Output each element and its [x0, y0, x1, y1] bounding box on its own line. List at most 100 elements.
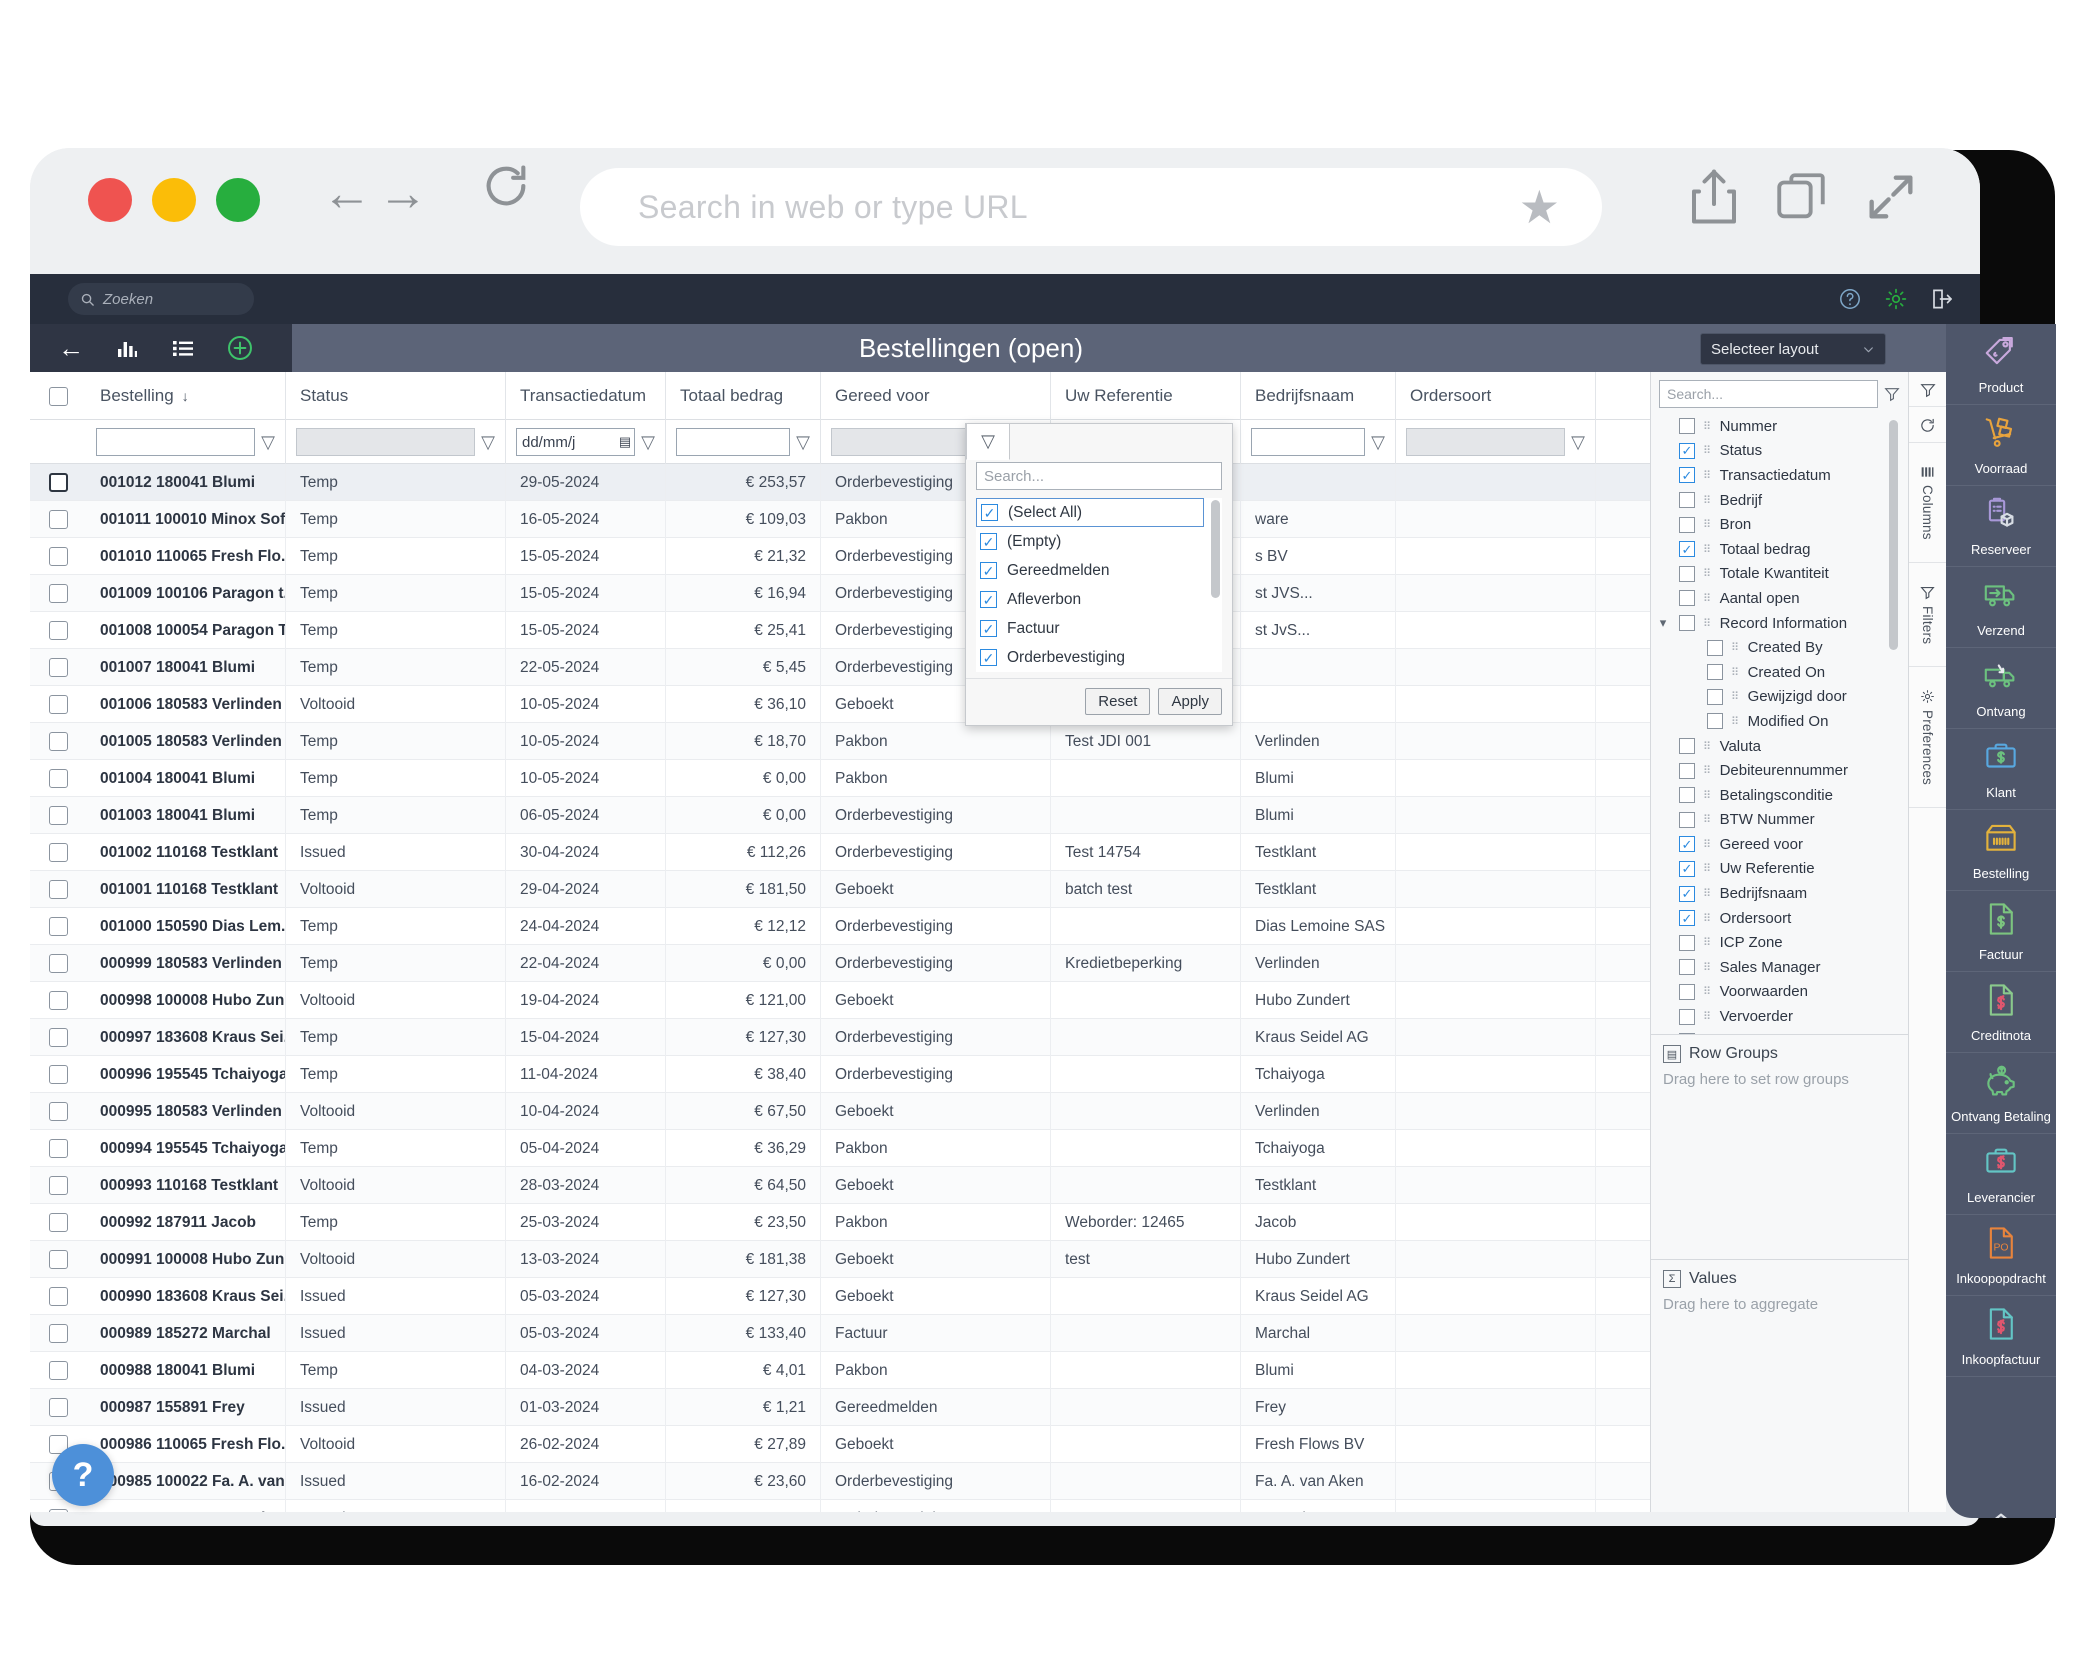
tool-panel-column-item[interactable]: ⠿ Voorwaarden	[1655, 980, 1908, 1005]
table-row[interactable]: 000987 155891 Frey Issued 01-03-2024 € 1,21…	[30, 1389, 1650, 1426]
tool-panel-column-checkbox[interactable]	[1679, 811, 1695, 828]
vtab-refresh[interactable]	[1909, 407, 1946, 443]
row-select-cell[interactable]	[30, 1204, 86, 1241]
row-select-checkbox[interactable]	[48, 547, 68, 566]
vtab-preferences[interactable]: Preferences	[1909, 667, 1946, 808]
row-select-checkbox[interactable]	[48, 695, 68, 714]
tool-panel-column-item[interactable]: ⠿ Valuta	[1655, 734, 1908, 759]
vtab-filters[interactable]: Filters	[1909, 563, 1946, 667]
tool-panel-column-checkbox[interactable]	[1679, 787, 1695, 804]
row-select-cell[interactable]	[30, 464, 86, 501]
tool-panel-column-checkbox[interactable]	[1679, 762, 1695, 779]
drag-handle-icon[interactable]: ⠿	[1731, 690, 1740, 703]
table-row[interactable]: 001001 110168 Testklant Voltooid 29-04-202…	[30, 871, 1650, 908]
tool-panel-column-checkbox[interactable]	[1679, 1008, 1695, 1025]
rail-item-reserveer[interactable]: Reserveer	[1946, 486, 2056, 567]
row-select-checkbox[interactable]	[48, 621, 68, 640]
table-row[interactable]: 000994 195545 Tchaiyoga Temp 05-04-2024 € 3…	[30, 1130, 1650, 1167]
tool-panel-column-checkbox[interactable]	[1679, 442, 1695, 459]
table-row[interactable]: 001004 180041 Blumi Temp 10-05-2024 € 0,00 P…	[30, 760, 1650, 797]
drag-handle-icon[interactable]: ⠿	[1703, 740, 1712, 753]
grid-filter-cell-transactiedatum[interactable]: dd/mm/j ▤ ▽	[506, 420, 666, 464]
tabs-icon[interactable]	[1772, 168, 1830, 231]
row-select-cell[interactable]	[30, 908, 86, 945]
row-select-cell[interactable]	[30, 1130, 86, 1167]
row-select-cell[interactable]	[30, 1352, 86, 1389]
table-row[interactable]: 000985 100022 Fa. A. van... Issued 16-02-2…	[30, 1463, 1650, 1500]
tool-panel-column-item[interactable]: ⠿ Ordersoort	[1655, 906, 1908, 931]
table-row[interactable]: 000991 100008 Hubo Zun... Voltooid 13-03-2…	[30, 1241, 1650, 1278]
drag-handle-icon[interactable]: ⠿	[1703, 862, 1712, 875]
drag-handle-icon[interactable]: ⠿	[1703, 469, 1712, 482]
row-select-checkbox[interactable]	[48, 1139, 68, 1158]
drag-handle-icon[interactable]: ⠿	[1703, 936, 1712, 949]
rail-item-bestelling[interactable]: Bestelling	[1946, 810, 2056, 891]
rail-item-ontvang[interactable]: Ontvang	[1946, 648, 2056, 729]
tool-panel-column-checkbox[interactable]	[1679, 860, 1695, 877]
row-select-cell[interactable]	[30, 538, 86, 575]
global-search-input[interactable]: Zoeken	[68, 283, 254, 315]
tool-panel-column-item[interactable]: ⠿ Status	[1655, 439, 1908, 464]
filter-option[interactable]: Orderbevestiging	[976, 643, 1222, 672]
row-select-checkbox[interactable]	[48, 1102, 68, 1121]
table-row[interactable]: 000993 110168 Testklant Voltooid 28-03-202…	[30, 1167, 1650, 1204]
tool-panel-column-checkbox[interactable]	[1707, 713, 1723, 730]
tool-panel-column-item[interactable]: ⠿ Debiteurennummer	[1655, 758, 1908, 783]
grid-header-ordersoort[interactable]: Ordersoort	[1396, 372, 1596, 420]
rail-item-voorraad[interactable]: Voorraad	[1946, 405, 2056, 486]
chevron-down-icon[interactable]: ▾	[1655, 615, 1671, 631]
tool-panel-column-checkbox[interactable]	[1679, 959, 1695, 976]
row-select-cell[interactable]	[30, 1241, 86, 1278]
column-filter-button-ordersoort[interactable]: ▽	[1571, 432, 1585, 453]
values-section[interactable]: Σ Values Drag here to aggregate	[1651, 1259, 1908, 1323]
row-select-cell[interactable]	[30, 760, 86, 797]
drag-handle-icon[interactable]: ⠿	[1703, 420, 1712, 433]
tool-panel-column-item[interactable]: ⠿ Sales Manager	[1655, 955, 1908, 980]
row-select-cell[interactable]	[30, 575, 86, 612]
row-select-cell[interactable]	[30, 1389, 86, 1426]
table-row[interactable]: 000996 195545 Tchaiyoga Temp 11-04-2024 € 3…	[30, 1056, 1650, 1093]
filter-option-checkbox[interactable]	[980, 620, 997, 637]
row-select-checkbox[interactable]	[48, 1250, 68, 1269]
tool-panel-column-item[interactable]: ⠿ Gewijzigd door	[1655, 685, 1908, 710]
column-filter-button-transactiedatum[interactable]: ▽	[641, 432, 655, 453]
column-filter-button-bedrijfsnaam[interactable]: ▽	[1371, 432, 1385, 453]
row-select-cell[interactable]	[30, 612, 86, 649]
row-select-cell[interactable]	[30, 1315, 86, 1352]
filter-option-checkbox[interactable]	[980, 649, 997, 666]
row-select-checkbox[interactable]	[48, 1176, 68, 1195]
filter-option[interactable]: Factuur	[976, 614, 1222, 643]
table-row[interactable]: 001006 180583 Verlinden Voltooid 10-05-202…	[30, 686, 1650, 723]
select-all-header-cell[interactable]	[30, 372, 86, 420]
filter-icon[interactable]: ▽	[966, 423, 1010, 460]
filter-option-checkbox[interactable]	[980, 562, 997, 579]
drag-handle-icon[interactable]: ⠿	[1703, 617, 1712, 630]
drag-handle-icon[interactable]: ⠿	[1703, 1010, 1712, 1023]
tool-panel-column-item[interactable]: ⠿Contactpersoon	[1655, 1029, 1908, 1034]
rail-item-factuur[interactable]: Factuur	[1946, 891, 2056, 972]
drag-handle-icon[interactable]: ⠿	[1703, 567, 1712, 580]
table-row[interactable]: 000997 183608 Kraus Sei... Temp 15-04-2024…	[30, 1019, 1650, 1056]
row-select-checkbox[interactable]	[48, 806, 68, 825]
row-select-cell[interactable]	[30, 1019, 86, 1056]
grid-header-bestelling[interactable]: Bestelling ↓	[86, 372, 286, 420]
tool-panel-column-item[interactable]: ⠿ Bedrijf	[1655, 488, 1908, 513]
grid-filter-cell-totaal[interactable]: ▽	[666, 420, 821, 464]
row-select-cell[interactable]	[30, 797, 86, 834]
filter-search-input[interactable]: Search...	[976, 462, 1222, 490]
tool-panel-column-item[interactable]: ⠿ ICP Zone	[1655, 930, 1908, 955]
row-select-checkbox[interactable]	[48, 880, 68, 899]
tool-panel-column-checkbox[interactable]	[1679, 615, 1695, 632]
question-circle-icon[interactable]	[1838, 287, 1862, 311]
grid-header-referentie[interactable]: Uw Referentie	[1051, 372, 1241, 420]
window-maximize-button[interactable]	[216, 178, 260, 222]
grid-header-bedrijfsnaam[interactable]: Bedrijfsnaam	[1241, 372, 1396, 420]
tool-panel-column-checkbox[interactable]	[1679, 492, 1695, 509]
tool-panel-column-item[interactable]: ⠿ Created By	[1655, 635, 1908, 660]
tool-panel-column-checkbox[interactable]	[1679, 541, 1695, 558]
row-select-checkbox[interactable]	[48, 1509, 68, 1512]
row-select-checkbox[interactable]	[48, 954, 68, 973]
table-row[interactable]: 000995 180583 Verlinden Voltooid 10-04-202…	[30, 1093, 1650, 1130]
tool-panel-column-item[interactable]: ⠿ Bedrijfsnaam	[1655, 881, 1908, 906]
drag-handle-icon[interactable]: ⠿	[1731, 641, 1740, 654]
